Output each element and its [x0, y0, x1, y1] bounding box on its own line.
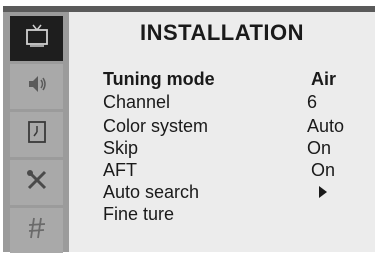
menu-item-label: Tuning mode	[103, 69, 215, 89]
menu-item-auto-search[interactable]: Auto search	[103, 182, 373, 202]
menu-item-value: 6	[307, 92, 318, 112]
clock-icon	[24, 119, 50, 150]
tools-icon	[24, 167, 50, 198]
menu-item-value: On	[307, 138, 332, 158]
menu-item-label: Auto search	[103, 182, 200, 202]
menu-item-value: Air	[311, 69, 337, 89]
sidebar-item-time[interactable]	[10, 112, 63, 157]
menu-sidebar	[3, 12, 69, 253]
osd-menu: INSTALLATION Tuning mode Air Channel 6 C…	[3, 6, 375, 253]
menu-item-label: AFT	[103, 160, 137, 180]
sidebar-item-installation[interactable]	[10, 208, 63, 253]
sidebar-item-setup[interactable]	[10, 160, 63, 205]
tv-icon	[24, 23, 50, 54]
menu-title: INSTALLATION	[139, 20, 305, 45]
menu-item-label: Color system	[103, 116, 209, 136]
play-arrow-icon	[319, 186, 327, 198]
menu-item-channel[interactable]: Channel 6	[103, 92, 373, 112]
menu-item-skip[interactable]: Skip On	[103, 138, 373, 158]
menu-item-label: Skip	[103, 138, 139, 158]
menu-content: INSTALLATION Tuning mode Air Channel 6 C…	[69, 12, 375, 252]
menu-item-color-system[interactable]: Color system Auto	[103, 116, 373, 136]
antenna-icon	[24, 215, 50, 246]
sidebar-item-picture[interactable]	[10, 16, 63, 61]
menu-item-label: Channel	[103, 92, 171, 112]
menu-item-fine-tune[interactable]: Fine ture	[103, 204, 373, 224]
menu-item-value: Auto	[307, 116, 345, 136]
menu-item-label: Fine ture	[103, 204, 175, 224]
menu-item-aft[interactable]: AFT On	[103, 160, 373, 180]
menu-item-tuning-mode[interactable]: Tuning mode Air	[103, 69, 373, 89]
speaker-icon	[24, 71, 50, 102]
sidebar-item-sound[interactable]	[10, 64, 63, 109]
menu-item-value: On	[311, 160, 336, 180]
